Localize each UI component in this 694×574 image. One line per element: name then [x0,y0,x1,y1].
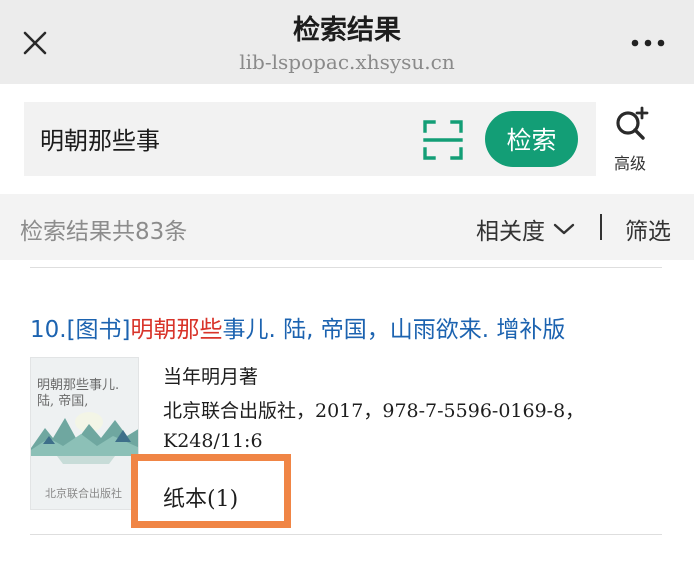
result-call-number: K248/11:6 [163,430,263,452]
search-bar: 明朝那些事 检索 [24,102,596,176]
cover-publisher: 北京联合出版社 [45,487,122,500]
divider [30,534,662,535]
chevron-down-icon [553,223,575,235]
page-title: 检索结果 [293,15,401,46]
results-summary-bar: 检索结果共83条 相关度 筛选 [0,194,694,260]
scan-icon[interactable] [422,119,464,161]
result-publication: 北京联合出版社，2017，978-7-5596-0169-8， [163,400,585,422]
cover-title: 明朝那些事儿. 陆, 帝国, [37,378,120,409]
sort-label: 相关度 [476,219,545,245]
results-count: 检索结果共83条 [20,219,188,245]
top-bar: 检索结果 lib-lspopac.xhsysu.cn [0,0,694,84]
advanced-search-icon [616,106,649,140]
book-cover[interactable]: 明朝那些事儿. 陆, 帝国, 北京联合出版社 [30,357,139,510]
result-title-rest: 事儿. 陆, 帝国，山雨欲来. 增补版 [222,317,566,343]
sort-dropdown[interactable]: 相关度 [476,212,575,246]
advanced-search-button[interactable]: 高级 [605,104,655,176]
cover-illustration [31,412,138,464]
search-button[interactable]: 检索 [485,111,578,167]
toolbar-divider [600,214,602,240]
result-index: 10.[图书] [30,317,131,343]
holding-label: 纸本(1) [163,487,239,512]
result-author: 当年明月著 [163,366,259,388]
page-domain: lib-lspopac.xhsysu.cn [239,50,455,74]
search-input[interactable]: 明朝那些事 [40,121,160,156]
holding-print-button[interactable]: 纸本(1) [131,454,291,528]
divider [30,267,662,268]
filter-button[interactable]: 筛选 [625,212,671,246]
result-title-highlight: 明朝那些 [130,317,223,343]
advanced-search-label: 高级 [613,154,646,173]
result-title-link[interactable]: 10.[图书]明朝那些事儿. 陆, 帝国，山雨欲来. 增补版 [30,310,565,344]
more-dots-icon[interactable] [630,36,666,50]
